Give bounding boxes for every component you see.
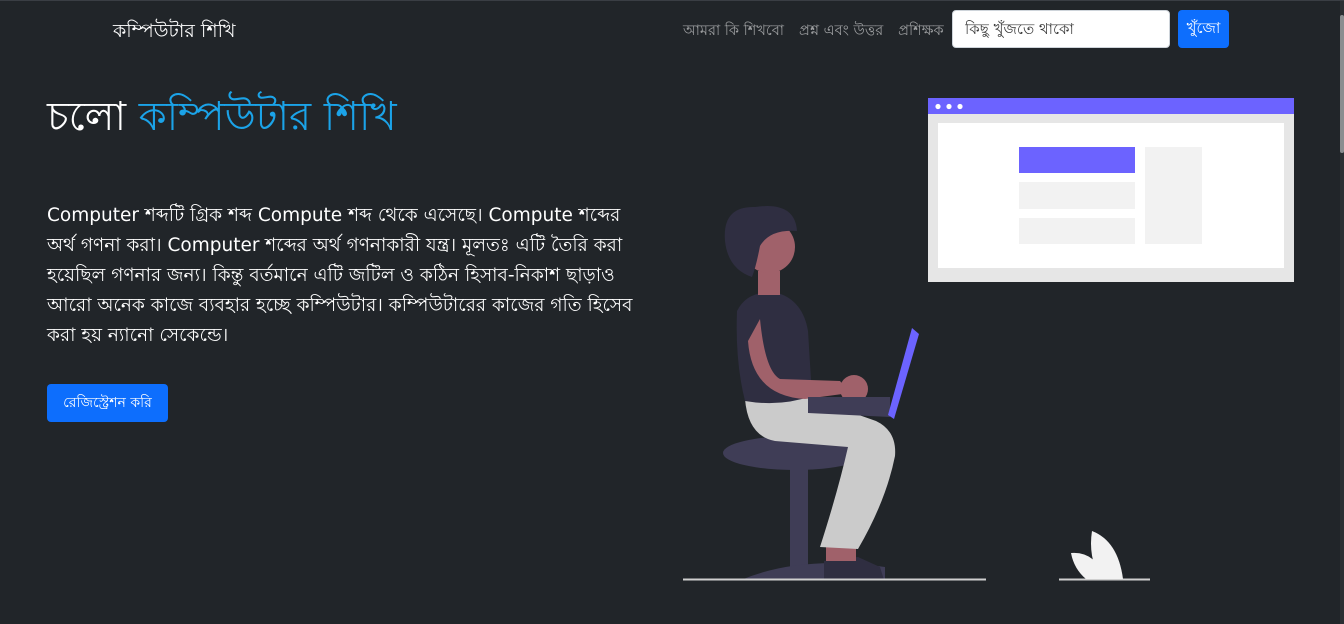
plant-leaf-icon: [1071, 531, 1123, 579]
page: কম্পিউটার শিখি আমরা কি শিখবো প্রশ্ন এবং …: [0, 0, 1344, 624]
scrollbar-thumb[interactable]: [1340, 15, 1344, 153]
page-scrollbar[interactable]: [1340, 1, 1344, 624]
hero-illustration: [683, 98, 1294, 581]
person-illustration: [723, 206, 919, 580]
browser-window-illustration: [928, 98, 1294, 282]
